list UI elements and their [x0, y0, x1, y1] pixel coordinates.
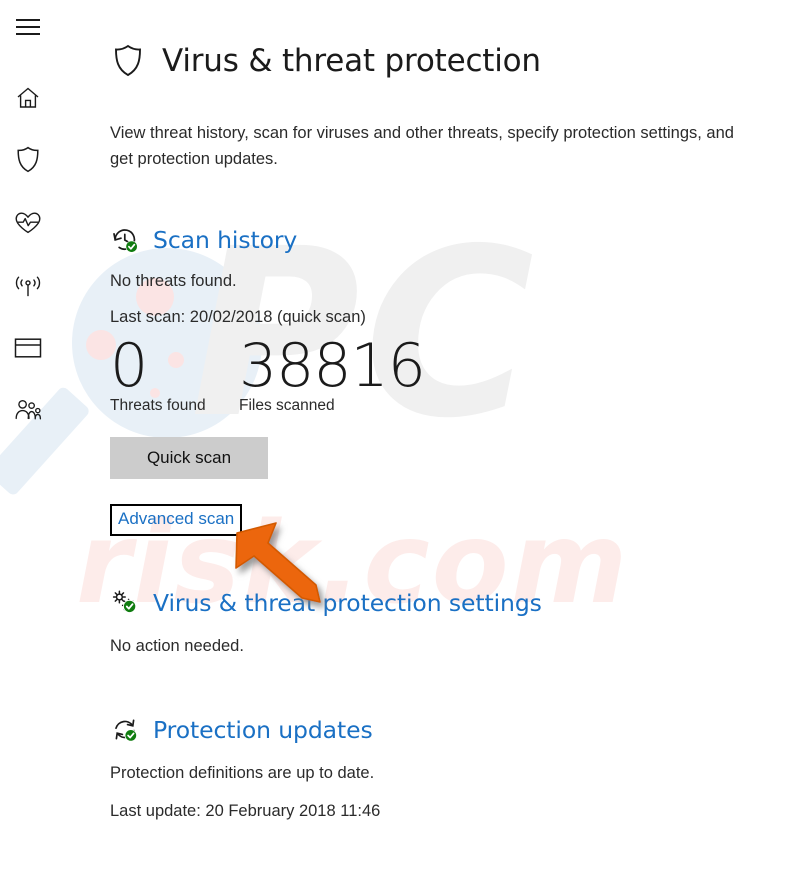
scan-history-status: No threats found.	[110, 271, 237, 290]
shield-icon	[16, 146, 40, 173]
history-clock-check-icon	[110, 225, 140, 255]
protection-updates-status: Protection definitions are up to date.	[110, 764, 375, 783]
shield-icon	[110, 41, 146, 81]
page-description: View threat history, scan for viruses an…	[110, 123, 734, 169]
sidebar-item-app-browser-control[interactable]	[8, 328, 48, 368]
protection-updates-last-update: Last update: 20 February 2018 11:46	[110, 802, 381, 821]
sidebar-rail	[0, 0, 56, 874]
stat-value: 0	[110, 331, 148, 402]
protection-settings-section: Virus & threat protection settings No ac…	[110, 588, 780, 660]
gears-check-icon	[110, 588, 140, 618]
sidebar-item-device-performance-health[interactable]	[8, 203, 48, 243]
protection-updates-section: Protection updates Protection definition…	[110, 715, 780, 824]
stat-value: 38816	[239, 331, 426, 402]
sidebar-item-virus-threat-protection[interactable]	[8, 139, 48, 179]
scan-history-section: Scan history No threats found. Last scan…	[110, 225, 780, 536]
protection-settings-link[interactable]: Virus & threat protection settings	[153, 589, 542, 617]
protection-updates-header[interactable]: Protection updates	[110, 715, 780, 745]
advanced-scan-highlight-box: Advanced scan	[110, 503, 243, 536]
page-header: Virus & threat protection	[110, 22, 780, 100]
protection-settings-status: No action needed.	[110, 636, 244, 655]
scan-statistics: 0 Threats found 38816 Files scanned	[110, 334, 780, 415]
stat-label: Threats found	[110, 396, 206, 414]
stat-files-scanned: 38816 Files scanned	[239, 334, 499, 415]
advanced-scan-link[interactable]: Advanced scan	[118, 509, 234, 528]
stat-threats-found: 0 Threats found	[110, 334, 239, 415]
scan-history-link[interactable]: Scan history	[153, 226, 297, 254]
protection-settings-header[interactable]: Virus & threat protection settings	[110, 588, 780, 618]
sidebar-item-firewall-network-protection[interactable]	[8, 266, 48, 306]
sidebar-item-hamburger-menu[interactable]	[8, 8, 48, 48]
browser-window-icon	[14, 337, 42, 359]
home-icon	[15, 85, 41, 111]
sidebar-item-home[interactable]	[8, 78, 48, 118]
refresh-check-icon	[110, 715, 140, 745]
quick-scan-button[interactable]: Quick scan	[110, 436, 268, 479]
sidebar-item-family-options[interactable]	[8, 390, 48, 430]
wifi-broadcast-icon	[14, 273, 42, 299]
family-people-icon	[14, 398, 42, 422]
hamburger-icon	[16, 19, 40, 37]
scan-history-header[interactable]: Scan history	[110, 225, 780, 255]
scan-history-last-scan: Last scan: 20/02/2018 (quick scan)	[110, 307, 366, 326]
protection-updates-link[interactable]: Protection updates	[153, 716, 373, 744]
page-title: Virus & threat protection	[162, 42, 541, 79]
main-content: Virus & threat protection View threat hi…	[110, 0, 780, 825]
heart-pulse-icon	[14, 211, 42, 235]
